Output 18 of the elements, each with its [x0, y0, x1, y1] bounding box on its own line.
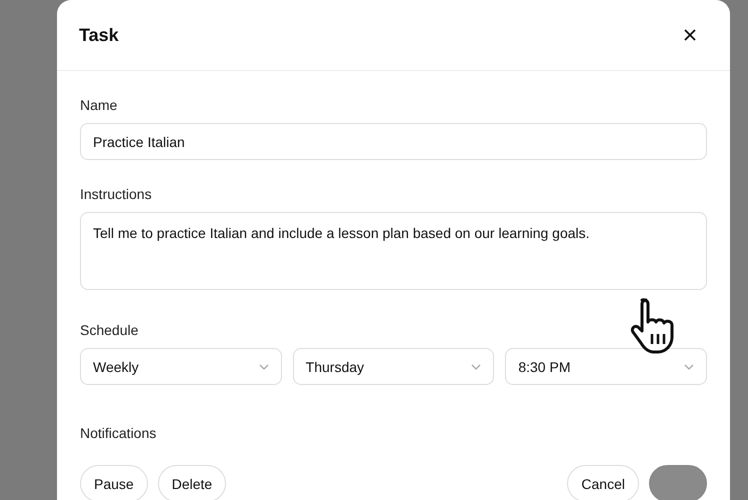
dropdown-select[interactable]: 8:30 PM: [505, 348, 708, 385]
close-button[interactable]: [682, 27, 698, 43]
dropdown-select[interactable]: Thursday: [292, 348, 494, 385]
field-label: Name: [80, 97, 118, 113]
primary-button[interactable]: [649, 465, 707, 500]
section-label: Notifications: [80, 425, 158, 441]
name-field[interactable]: Practice Italian: [80, 123, 707, 160]
dropdown-select[interactable]: Weekly: [80, 348, 282, 385]
chevron-down-icon: [684, 364, 694, 370]
field-label: Schedule: [80, 322, 140, 338]
action-button[interactable]: Pause: [80, 465, 148, 500]
instructions-field[interactable]: Tell me to practice Italian and include a lesson plan based on our learning goals.: [80, 212, 707, 290]
chevron-down-icon: [471, 364, 482, 370]
dialog-title: Task: [79, 24, 119, 46]
chevron-down-icon: [258, 364, 269, 370]
action-button[interactable]: Delete: [158, 465, 226, 500]
action-button[interactable]: Cancel: [567, 465, 639, 500]
field-label: Instructions: [80, 186, 153, 202]
